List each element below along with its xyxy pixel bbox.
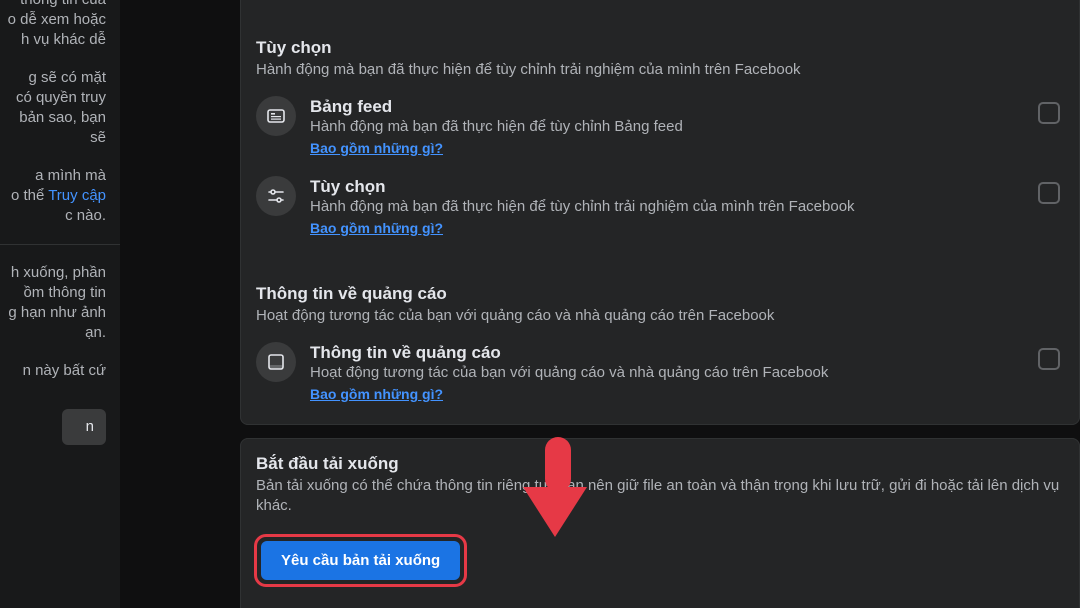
section-subtitle: Hoạt động tương tác của bạn với quảng cá… xyxy=(256,306,1064,326)
option-row-ads[interactable]: Thông tin về quảng cáo Hoạt động tương t… xyxy=(240,330,1080,410)
sidebar-fragments: thông tin của o dễ xem hoặc h vụ khác dễ… xyxy=(0,0,120,608)
row-title: Tùy chọn xyxy=(310,176,1024,197)
row-subtitle: Hoạt động tương tác của bạn với quảng cá… xyxy=(310,363,1024,382)
sidebar-text: g sẽ có mặt xyxy=(0,68,106,88)
sidebar-text: có quyền truy xyxy=(0,88,106,108)
start-download-panel: Bắt đầu tải xuống Bản tải xuống có thể c… xyxy=(240,438,1080,608)
section-title: Thông tin về quảng cáo xyxy=(256,284,1064,304)
sidebar-text: ồm thông tin xyxy=(0,283,106,303)
link-whats-included[interactable]: Bao gồm những gì? xyxy=(310,138,443,158)
sidebar-link-access[interactable]: Truy cập xyxy=(48,187,106,204)
sidebar-text: thông tin của xyxy=(0,0,106,10)
sidebar-text: c nào. xyxy=(0,206,106,226)
row-title: Thông tin về quảng cáo xyxy=(310,342,1024,363)
download-desc: Bản tải xuống có thể chứa thông tin riên… xyxy=(256,476,1064,516)
request-download-button[interactable]: Yêu cầu bản tải xuống xyxy=(261,541,460,580)
annotation-highlight-ring: Yêu cầu bản tải xuống xyxy=(254,534,467,587)
option-row-feed[interactable]: Bảng feed Hành động mà bạn đã thực hiện … xyxy=(240,84,1080,164)
section-preferences: Tùy chọn Hành động mà bạn đã thực hiện đ… xyxy=(240,22,1080,84)
sidebar-text: h vụ khác dễ xyxy=(0,30,106,50)
sidebar-text: n này bất cứ xyxy=(0,361,106,381)
row-subtitle: Hành động mà bạn đã thực hiện để tùy chỉ… xyxy=(310,197,1024,216)
main-content: Tùy chọn Hành động mà bạn đã thực hiện đ… xyxy=(120,0,1080,608)
sidebar-text: o dễ xem hoặc xyxy=(0,10,106,30)
sidebar-text: h xuống, phần xyxy=(0,263,106,283)
sidebar-text: bản sao, bạn sẽ xyxy=(0,108,106,148)
section-subtitle: Hành động mà bạn đã thực hiện để tùy chỉ… xyxy=(256,60,1064,80)
row-subtitle: Hành động mà bạn đã thực hiện để tùy chỉ… xyxy=(310,117,1024,136)
sidebar-text: g hạn như ảnh xyxy=(0,303,106,323)
sidebar-item-fragment[interactable]: n xyxy=(62,409,106,445)
feed-icon xyxy=(256,96,296,136)
row-checkbox[interactable] xyxy=(1038,348,1060,370)
options-panel: Tùy chọn Hành động mà bạn đã thực hiện đ… xyxy=(240,0,1080,425)
option-row-preferences[interactable]: Tùy chọn Hành động mà bạn đã thực hiện đ… xyxy=(240,164,1080,244)
row-checkbox[interactable] xyxy=(1038,182,1060,204)
section-title: Tùy chọn xyxy=(256,38,1064,58)
sliders-icon xyxy=(256,176,296,216)
link-whats-included[interactable]: Bao gồm những gì? xyxy=(310,384,443,404)
section-ads: Thông tin về quảng cáo Hoạt động tương t… xyxy=(240,268,1080,330)
row-title: Bảng feed xyxy=(310,96,1024,117)
sidebar-text: ạn. xyxy=(0,323,106,343)
ad-window-icon xyxy=(256,342,296,382)
link-whats-included[interactable]: Bao gồm những gì? xyxy=(310,218,443,238)
sidebar-text: o thể Truy cập xyxy=(0,186,106,206)
sidebar-divider xyxy=(0,244,120,245)
row-checkbox[interactable] xyxy=(1038,102,1060,124)
sidebar-text: a mình mà xyxy=(0,166,106,186)
download-title: Bắt đầu tải xuống xyxy=(256,454,1064,474)
